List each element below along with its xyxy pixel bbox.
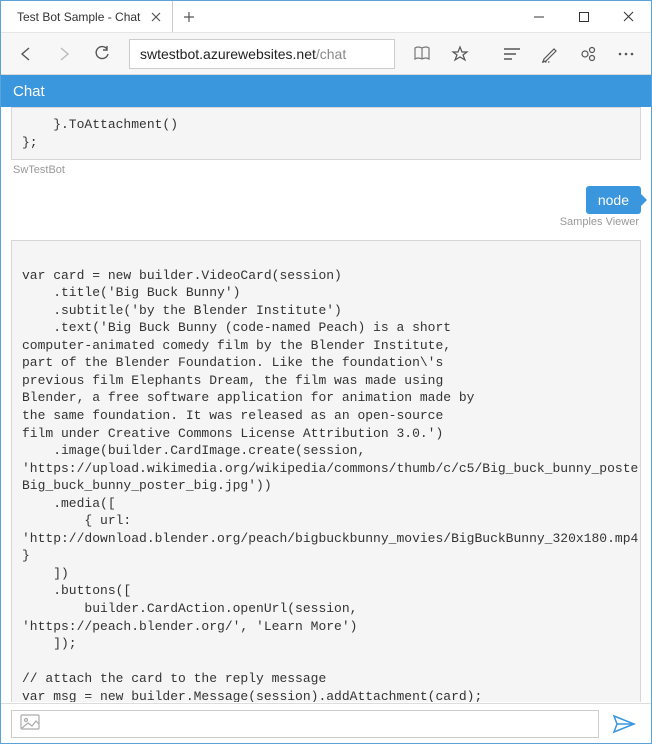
hub-icon[interactable] bbox=[495, 37, 529, 71]
address-bar[interactable]: swtestbot.azurewebsites.net/chat bbox=[129, 39, 395, 69]
url-path: /chat bbox=[316, 46, 346, 62]
tab-title: Test Bot Sample - Chat bbox=[17, 10, 140, 24]
close-window-button[interactable] bbox=[606, 1, 651, 32]
reading-view-icon[interactable] bbox=[405, 37, 439, 71]
code-block: var card = new builder.VideoCard(session… bbox=[11, 240, 641, 702]
window-controls bbox=[516, 1, 651, 32]
browser-toolbar: swtestbot.azurewebsites.net/chat bbox=[1, 33, 651, 75]
more-icon[interactable] bbox=[609, 37, 643, 71]
window-titlebar: Test Bot Sample - Chat bbox=[1, 1, 651, 33]
chat-input-bar bbox=[1, 703, 651, 743]
chat-title: Chat bbox=[13, 83, 45, 100]
bot-message: var card = new builder.VideoCard(session… bbox=[11, 240, 641, 702]
notes-icon[interactable] bbox=[533, 37, 567, 71]
forward-button[interactable] bbox=[47, 37, 81, 71]
user-message-row: node bbox=[11, 186, 641, 214]
message-input[interactable] bbox=[11, 710, 599, 738]
bot-message: }.ToAttachment() }; SwTestBot bbox=[11, 107, 641, 176]
sender-label: SwTestBot bbox=[13, 164, 641, 176]
maximize-button[interactable] bbox=[561, 1, 606, 32]
new-tab-button[interactable] bbox=[173, 1, 205, 32]
url-domain: swtestbot.azurewebsites.net bbox=[140, 46, 316, 62]
browser-tab-active[interactable]: Test Bot Sample - Chat bbox=[5, 1, 173, 32]
user-sender-label: Samples Viewer bbox=[11, 216, 639, 228]
close-tab-icon[interactable] bbox=[148, 9, 164, 25]
share-icon[interactable] bbox=[571, 37, 605, 71]
browser-tabs: Test Bot Sample - Chat bbox=[1, 1, 205, 32]
chat-body[interactable]: }.ToAttachment() }; SwTestBot node Sampl… bbox=[1, 107, 651, 702]
back-button[interactable] bbox=[9, 37, 43, 71]
code-block: }.ToAttachment() }; bbox=[11, 107, 641, 160]
chat-header: Chat bbox=[1, 75, 651, 107]
user-message-bubble: node bbox=[586, 186, 641, 214]
attachment-icon[interactable] bbox=[20, 714, 40, 733]
favorite-icon[interactable] bbox=[443, 37, 477, 71]
minimize-button[interactable] bbox=[516, 1, 561, 32]
send-button[interactable] bbox=[607, 707, 641, 741]
refresh-button[interactable] bbox=[85, 37, 119, 71]
